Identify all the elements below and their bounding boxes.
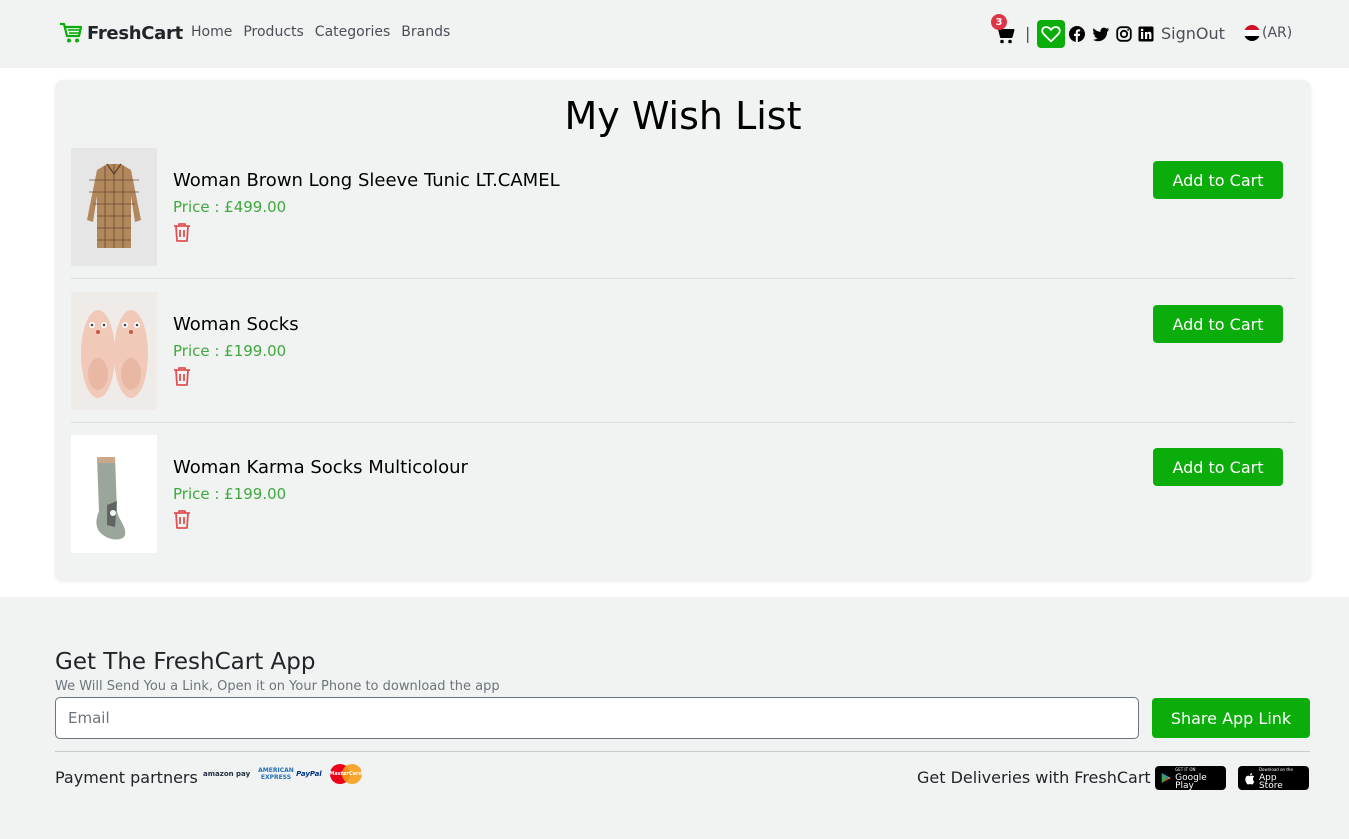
footer-divider [55,751,1310,752]
email-input[interactable] [55,697,1139,739]
footer-title: Get The FreshCart App [55,649,316,675]
trash-icon[interactable] [173,366,191,386]
add-to-cart-button[interactable]: Add to Cart [1153,161,1283,199]
instagram-icon[interactable] [1116,26,1132,42]
google-play-button[interactable]: GET IT ON Google Play [1155,766,1226,791]
nav-separator: | [1025,24,1031,43]
product-image[interactable] [71,292,157,410]
product-image[interactable] [71,435,157,553]
add-to-cart-button[interactable]: Add to Cart [1153,305,1283,343]
trash-icon[interactable] [173,509,191,529]
mastercard-logo: MasterCard [329,764,362,784]
product-price: Price : £499.00 [173,198,287,216]
app-store-button[interactable]: Download on the App Store [1238,766,1309,791]
payment-logos: amazon pay AMERICAN EXPRESS PayPal Maste… [203,764,362,784]
share-app-link-button[interactable]: Share App Link [1152,698,1310,738]
paypal-logo: PayPal [296,770,322,778]
payment-partners-label: Payment partners [55,768,198,787]
wishlist-button[interactable] [1037,20,1065,48]
wishlist-item: Woman Socks Price : £199.00 Add to Cart [71,292,1295,412]
app-store-big: App Store [1258,773,1283,791]
footer-subtitle: We Will Send You a Link, Open it on Your… [55,679,500,694]
nav-links: Home Products Categories Brands [191,24,450,40]
product-name: Woman Brown Long Sleeve Tunic LT.CAMEL [173,170,560,191]
deliveries-label: Get Deliveries with FreshCart [917,768,1151,787]
item-divider [71,278,1295,279]
linkedin-icon[interactable] [1138,26,1154,42]
wishlist-item: Woman Karma Socks Multicolour Price : £1… [71,435,1295,555]
brand-logo[interactable]: FreshCart [59,22,183,44]
google-play-big: Google Play [1175,773,1207,791]
language-switch[interactable]: (AR) [1244,25,1292,41]
karma-socks-image [71,435,157,553]
wishlist-card: My Wish List Woman Brown Long Sleeve Tun… [55,80,1311,581]
cart-button[interactable]: 3 [991,14,1017,44]
language-label: (AR) [1262,25,1293,41]
tunic-image [71,148,157,266]
socks-image [71,292,157,410]
amazon-pay-logo: amazon pay [203,770,251,778]
wishlist-item: Woman Brown Long Sleeve Tunic LT.CAMEL P… [71,148,1295,268]
product-name: Woman Karma Socks Multicolour [173,457,468,478]
add-to-cart-button[interactable]: Add to Cart [1153,448,1283,486]
nav-link-home[interactable]: Home [191,24,232,40]
apple-icon [1245,772,1255,785]
cart-logo-icon [60,22,83,43]
signout-link[interactable]: SignOut [1161,24,1225,43]
page-title: My Wish List [564,94,802,138]
item-divider [71,422,1295,423]
amex-logo: AMERICAN EXPRESS [258,767,294,781]
facebook-icon[interactable] [1069,26,1085,42]
trash-icon[interactable] [173,222,191,242]
product-name: Woman Socks [173,314,299,335]
footer: Get The FreshCart App We Will Send You a… [0,597,1349,839]
navbar: FreshCart Home Products Categories Brand… [0,0,1349,68]
product-price: Price : £199.00 [173,485,287,503]
cart-count-badge: 3 [991,14,1007,30]
nav-right: 3 | SignOut (AR) [985,14,1305,48]
brand-name: FreshCart [87,22,183,44]
nav-link-categories[interactable]: Categories [315,24,390,40]
product-price: Price : £199.00 [173,342,287,360]
nav-link-products[interactable]: Products [243,24,303,40]
google-play-icon [1161,772,1171,784]
product-image[interactable] [71,148,157,266]
nav-link-brands[interactable]: Brands [401,24,450,40]
egypt-flag-icon [1244,25,1260,41]
twitter-icon[interactable] [1093,26,1109,42]
heart-icon [1041,26,1061,43]
